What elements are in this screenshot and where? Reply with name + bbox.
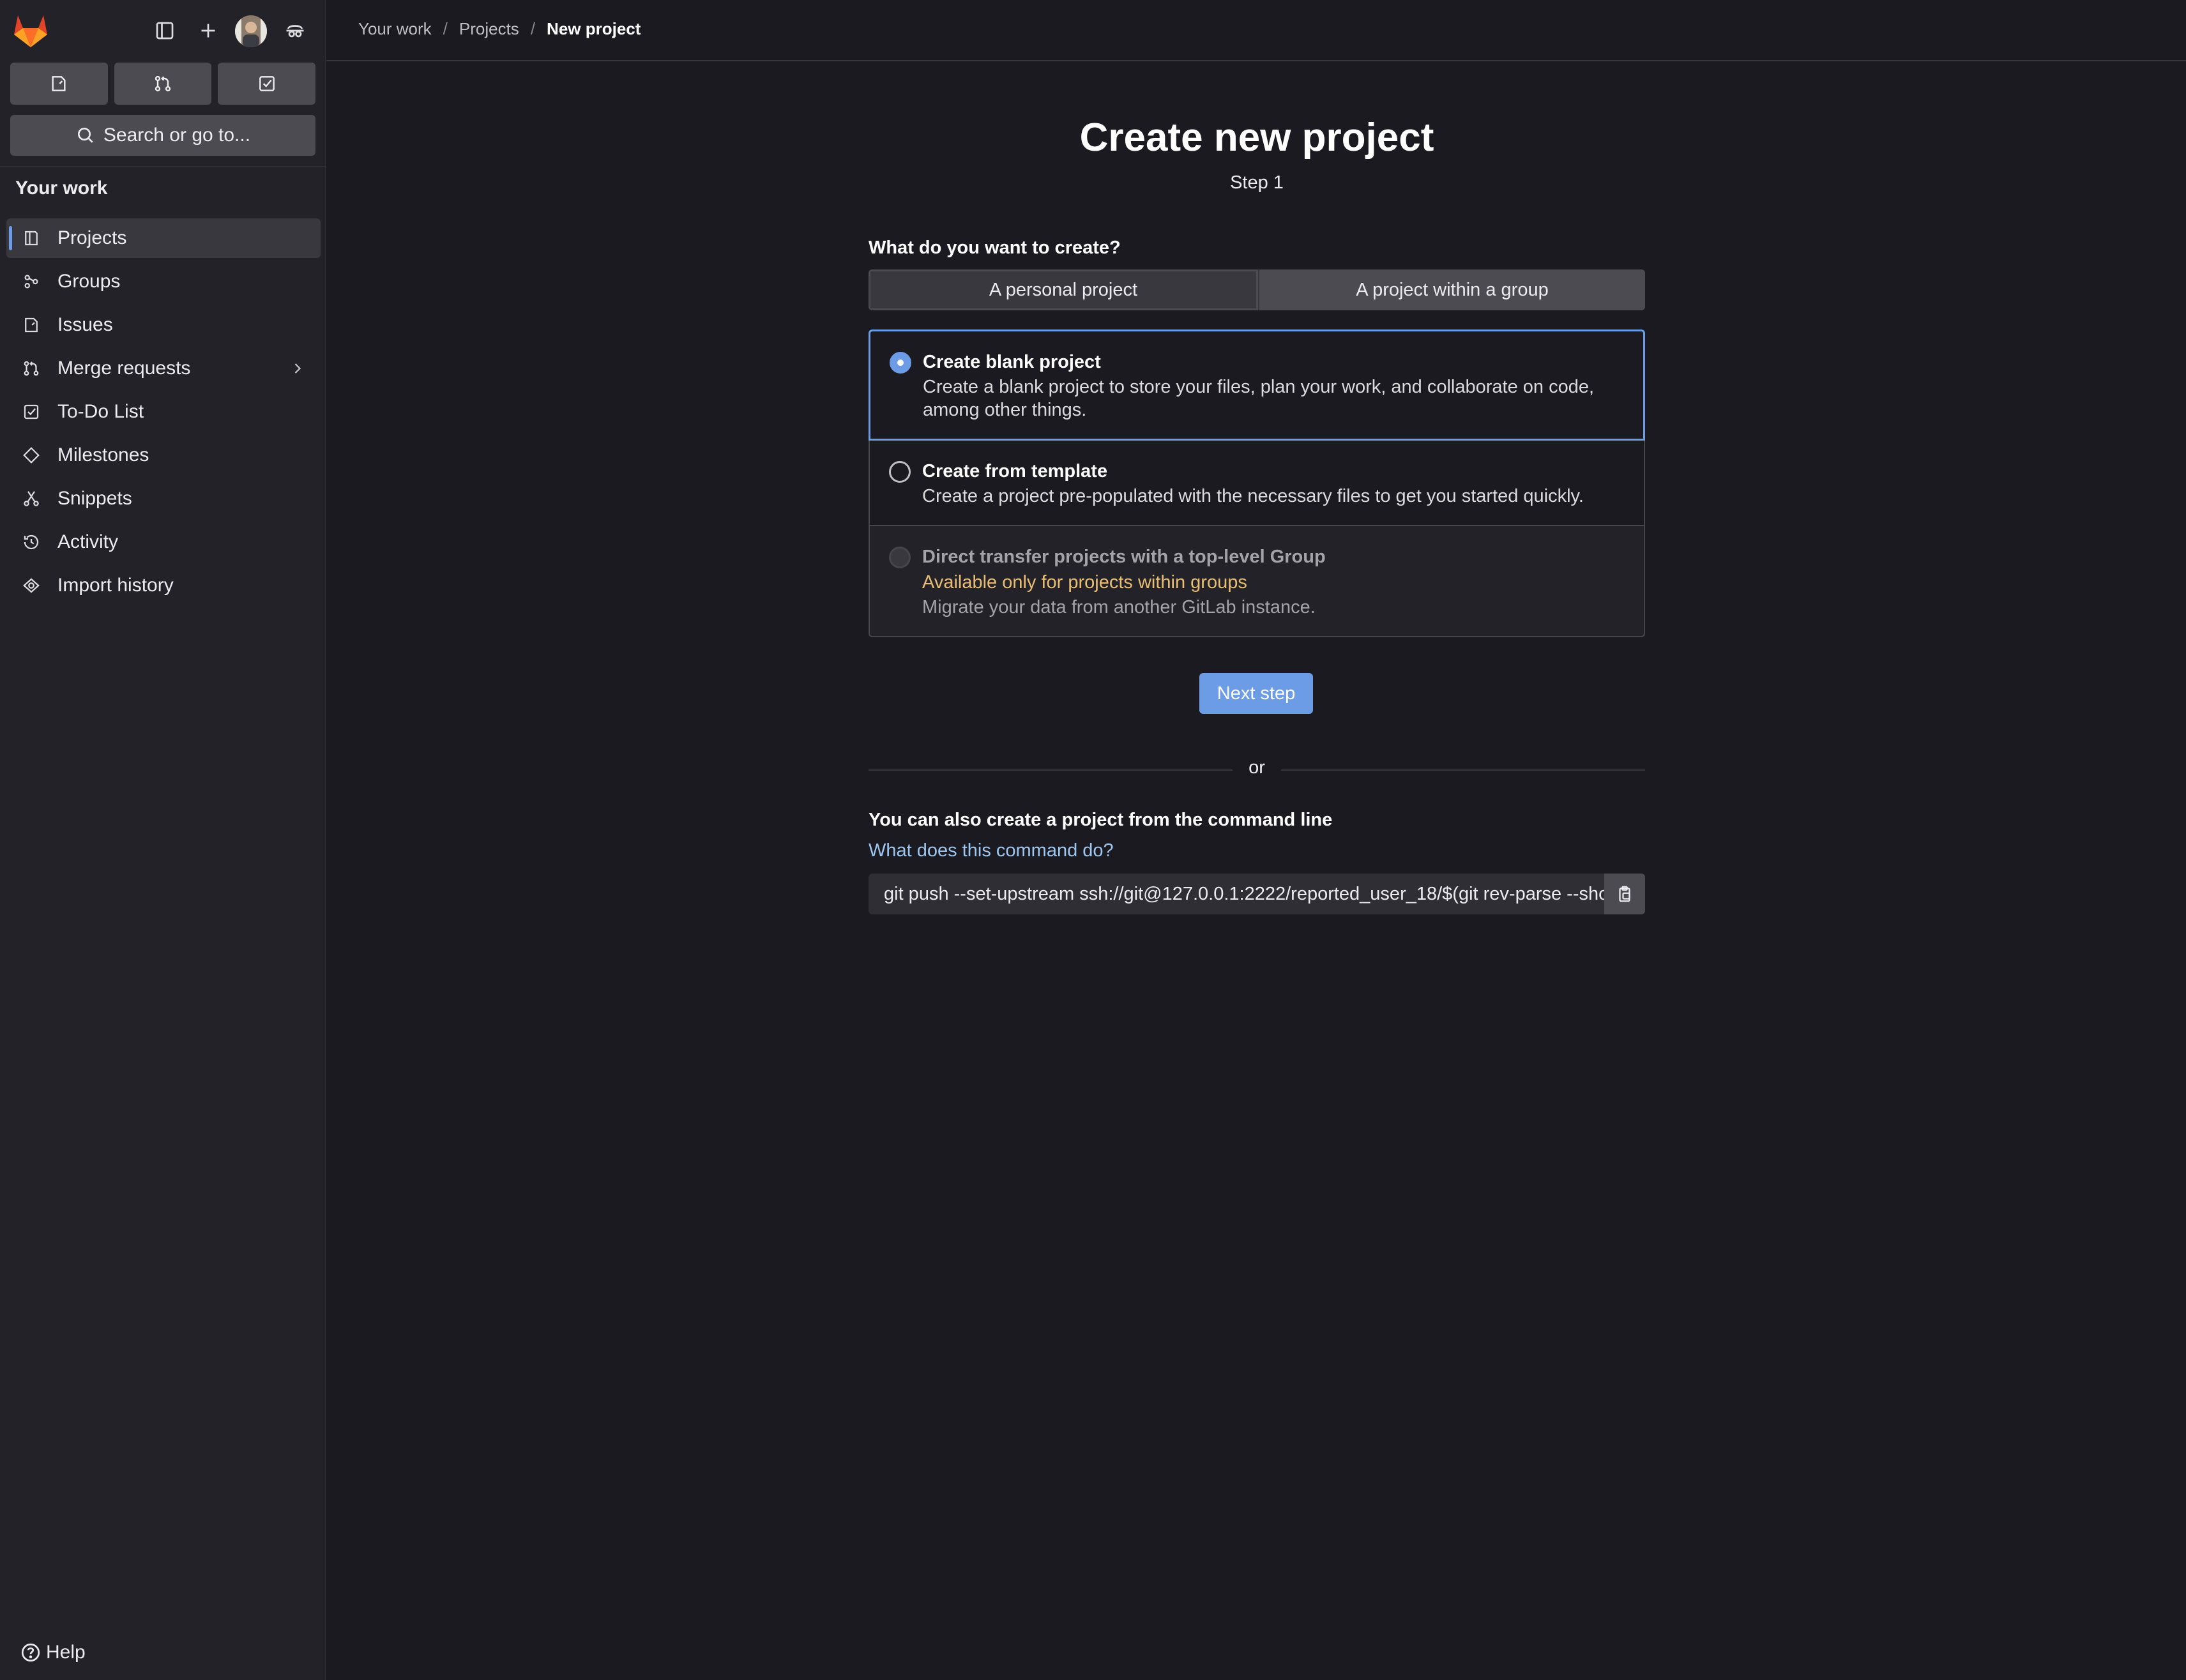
snippet-icon (22, 489, 41, 508)
assigned-issues-button[interactable] (10, 63, 108, 105)
project-type-toggle: A personal project A project within a gr… (869, 269, 1645, 310)
sidebar-item-issues[interactable]: Issues (6, 305, 321, 345)
sidebar-item-import-history[interactable]: Import history (6, 566, 321, 605)
sidebar-item-snippets[interactable]: Snippets (6, 479, 321, 518)
merge-request-icon (155, 75, 171, 92)
sidebar-item-label: Snippets (57, 488, 132, 509)
radio-from-template[interactable] (889, 461, 911, 483)
option-blank-project[interactable]: Create blank project Create a blank proj… (869, 329, 1645, 441)
help-label: Help (46, 1642, 86, 1663)
option-title: Create from template (922, 461, 1108, 481)
cli-command-box: git push --set-upstream ssh://git@127.0.… (869, 874, 1645, 914)
help-icon (21, 1643, 40, 1662)
todo-list-button[interactable] (218, 63, 316, 105)
sidebar-item-label: Activity (57, 531, 119, 552)
sidebar-item-label: Merge requests (57, 358, 191, 379)
todo-icon (22, 402, 41, 421)
option-description-cont: among other things. (923, 400, 1087, 420)
sidebar-item-merge-requests[interactable]: Merge requests (6, 349, 321, 388)
gitlab-logo-icon[interactable] (11, 13, 50, 49)
copy-command-button[interactable] (1604, 874, 1645, 914)
admin-icon[interactable] (278, 14, 312, 47)
or-divider: or (869, 757, 1645, 783)
divider-line (1281, 769, 1645, 771)
import-icon (22, 576, 41, 595)
search-icon (77, 128, 93, 143)
sidebar-top-bar (0, 0, 326, 61)
sidebar-item-label: Import history (57, 575, 174, 596)
sidebar-item-label: Issues (57, 314, 113, 335)
todo-icon (259, 76, 275, 91)
sidebar-item-activity[interactable]: Activity (6, 522, 321, 562)
main-content: Create new project Step 1 What do you wa… (326, 63, 2186, 1680)
option-title: Create blank project (923, 352, 1101, 372)
top-header: Your work / Projects / New project (326, 0, 2186, 61)
search-button[interactable]: Search or go to... (10, 115, 315, 156)
radio-blank-project[interactable] (890, 352, 911, 374)
quick-actions (10, 63, 316, 105)
milestone-icon (22, 446, 41, 465)
breadcrumb-your-work[interactable]: Your work (358, 19, 432, 39)
sidebar-item-projects[interactable]: Projects (6, 218, 321, 258)
step-indicator: Step 1 (1230, 172, 1284, 193)
create-type-question: What do you want to create? (869, 238, 1121, 258)
breadcrumb-new-project[interactable]: New project (547, 19, 641, 39)
sidebar-item-label: Milestones (57, 444, 149, 465)
or-text: or (1249, 757, 1265, 778)
issues-icon (52, 76, 66, 91)
cli-help-link[interactable]: What does this command do? (869, 840, 1114, 861)
search-button-label: Search or go to... (103, 125, 251, 146)
next-step-button[interactable]: Next step (1199, 673, 1313, 714)
group-icon (22, 272, 41, 291)
breadcrumb-projects[interactable]: Projects (459, 19, 519, 39)
history-icon (22, 533, 41, 552)
breadcrumb: Your work / Projects / New project (358, 19, 641, 39)
sidebar-item-label: Groups (57, 271, 121, 292)
chevron-right-icon[interactable] (289, 359, 307, 377)
radio-direct-transfer (889, 547, 911, 568)
sidebar-item-todo-list[interactable]: To-Do List (6, 392, 321, 432)
merge-requests-button[interactable] (114, 63, 212, 105)
copy-icon (1619, 886, 1630, 902)
sidebar-item-label: To-Do List (57, 401, 144, 422)
sidebar-item-groups[interactable]: Groups (6, 262, 321, 301)
tab-group-project[interactable]: A project within a group (1259, 269, 1645, 310)
option-description: Migrate your data from another GitLab in… (922, 597, 1316, 617)
project-options: Create blank project Create a blank proj… (869, 329, 1645, 637)
breadcrumb-separator: / (443, 19, 448, 38)
option-warning: Available only for projects within group… (922, 572, 1247, 593)
sidebar-item-milestones[interactable]: Milestones (6, 435, 321, 475)
help-button[interactable]: Help (19, 1641, 86, 1664)
breadcrumb-separator: / (530, 19, 536, 38)
cli-section-title: You can also create a project from the c… (869, 810, 1333, 830)
page-title: Create new project (1079, 116, 1434, 160)
cli-command-input[interactable]: git push --set-upstream ssh://git@127.0.… (869, 874, 1604, 914)
issues-icon (22, 315, 41, 335)
plus-icon[interactable] (192, 14, 225, 47)
sidebar: Search or go to... Your work Projects Gr… (0, 0, 326, 1680)
user-avatar[interactable] (235, 15, 267, 47)
option-direct-transfer: Direct transfer projects with a top-leve… (869, 526, 1645, 637)
sidebar-nav: Projects Groups Issues Merge requests To… (6, 218, 321, 609)
tab-personal-project[interactable]: A personal project (869, 269, 1258, 310)
sidebar-item-label: Projects (57, 227, 127, 248)
option-from-template[interactable]: Create from template Create a project pr… (869, 441, 1645, 526)
option-title: Direct transfer projects with a top-leve… (922, 547, 1326, 567)
sidebar-section-title: Your work (15, 178, 108, 199)
sidebar-toggle-icon[interactable] (148, 14, 181, 47)
sidebar-divider (0, 166, 326, 167)
project-icon (22, 229, 41, 248)
merge-request-icon (22, 359, 41, 378)
option-description: Create a blank project to store your fil… (923, 377, 1595, 397)
option-description: Create a project pre-populated with the … (922, 486, 1584, 506)
